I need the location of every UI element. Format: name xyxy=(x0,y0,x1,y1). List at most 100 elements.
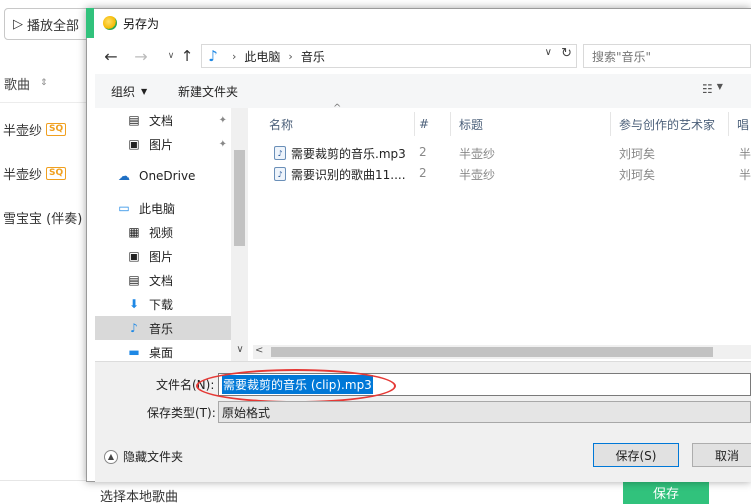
arrow-right-icon: → xyxy=(134,46,148,66)
video-icon: ▦ xyxy=(128,225,140,239)
navigation-pane: ▤ 文档 ✦ ▣ 图片 ✦ ☁ OneDrive ▭ 此电脑 ▦ 视频 ▣ 图片… xyxy=(95,108,231,361)
command-toolbar: 组织 ▼ 新建文件夹 ☷ ▼ xyxy=(95,74,751,108)
arrow-up-icon: ↑ xyxy=(180,47,194,65)
dialog-title: 另存为 xyxy=(123,16,160,31)
view-options-button[interactable]: ☷ ▼ xyxy=(702,82,723,96)
nav-item-label: 下载 xyxy=(149,297,174,312)
search-placeholder: 搜索"音乐" xyxy=(592,49,652,64)
nav-item-label: 图片 xyxy=(149,249,174,264)
search-input[interactable]: 搜索"音乐" xyxy=(583,44,751,68)
file-row[interactable]: ♪ 需要识别的歌曲11.... 2 半壶纱 刘珂矣 半 xyxy=(249,163,751,184)
song-artist: 雪宝宝 (伴奏) xyxy=(3,211,83,227)
file-row[interactable]: ♪ 需要裁剪的音乐.mp3 2 半壶纱 刘珂矣 半 xyxy=(249,142,751,163)
breadcrumb-this-pc[interactable]: 此电脑 xyxy=(244,48,280,65)
navigation-bar: ← → ∨ ↑ ♪ › 此电脑 › 音乐 ∨ ↻ 搜索"音乐" xyxy=(95,38,751,74)
annotation-ellipse xyxy=(196,369,396,403)
pin-icon[interactable]: ✦ xyxy=(219,139,227,150)
chevron-down-icon[interactable]: ∨ xyxy=(233,344,247,358)
refresh-icon[interactable]: ↻ xyxy=(561,46,572,61)
breadcrumb-separator-icon[interactable]: › xyxy=(224,50,244,63)
back-button[interactable]: ← xyxy=(101,46,121,66)
nav-item-pictures[interactable]: ▣ 图片 xyxy=(95,244,231,268)
song-row[interactable]: 雪宝宝 (伴奏) xyxy=(0,200,90,234)
address-bar[interactable]: ♪ › 此电脑 › 音乐 ∨ ↻ xyxy=(201,44,577,68)
audio-file-icon: ♪ xyxy=(274,146,286,160)
nav-item-music[interactable]: ♪ 音乐 xyxy=(95,316,231,340)
pin-icon[interactable]: ✦ xyxy=(219,115,227,126)
column-header-title[interactable]: 标题 xyxy=(451,112,611,136)
nav-item-videos[interactable]: ▦ 视频 xyxy=(95,220,231,244)
nav-item-label: 音乐 xyxy=(149,321,174,336)
column-header-number[interactable]: # xyxy=(411,112,451,136)
play-all-button[interactable]: ▷ 播放全部 xyxy=(4,8,90,40)
play-all-label: 播放全部 xyxy=(27,18,80,34)
nav-item-onedrive[interactable]: ☁ OneDrive xyxy=(95,164,231,188)
cancel-button[interactable]: 取消 xyxy=(692,443,751,467)
up-button[interactable]: ↑ xyxy=(177,46,197,66)
pictures-icon: ▣ xyxy=(128,249,140,263)
nav-item-pictures-quick[interactable]: ▣ 图片 ✦ xyxy=(95,132,231,156)
song-row[interactable]: 半壶纱 SQ xyxy=(0,156,90,190)
file-number: 2 xyxy=(419,166,427,180)
dialog-accent-strip xyxy=(86,8,94,38)
organize-label: 组织 xyxy=(111,85,136,99)
column-header-album[interactable]: 唱 xyxy=(729,112,751,136)
nav-pane-scroll-thumb[interactable] xyxy=(234,150,245,246)
nav-item-documents[interactable]: ▤ 文档 xyxy=(95,268,231,292)
chevron-left-icon[interactable]: < xyxy=(255,345,263,356)
new-folder-button[interactable]: 新建文件夹 xyxy=(178,83,238,100)
download-icon: ⬇ xyxy=(128,297,140,311)
nav-item-desktop[interactable]: ▬ 桌面 xyxy=(95,340,231,361)
song-artist: 半壶纱 xyxy=(3,123,43,139)
local-songs-link[interactable]: 选择本地歌曲 xyxy=(100,486,178,504)
nav-item-label: 图片 xyxy=(149,137,174,152)
file-list-hscroll-thumb[interactable] xyxy=(271,347,713,357)
header-divider xyxy=(0,102,90,103)
details-view-icon: ☷ xyxy=(702,82,713,96)
column-header-label: # xyxy=(419,117,430,131)
file-name: 需要裁剪的音乐.mp3 xyxy=(291,147,406,161)
song-header-label: 歌曲 xyxy=(4,77,31,93)
sort-up-icon: ^ xyxy=(333,103,342,114)
song-column-header[interactable]: 歌曲 ⇕ xyxy=(0,65,90,101)
document-icon: ▤ xyxy=(128,113,140,127)
nav-item-label: 文档 xyxy=(149,273,174,288)
arrow-left-icon: ← xyxy=(104,46,118,66)
document-icon: ▤ xyxy=(128,273,140,287)
chevron-down-icon: ∨ xyxy=(167,51,175,61)
nav-item-this-pc[interactable]: ▭ 此电脑 xyxy=(95,196,231,220)
file-name: 需要识别的歌曲11.... xyxy=(291,168,406,182)
column-header-artist[interactable]: 参与创作的艺术家 xyxy=(611,112,729,136)
filetype-select[interactable]: 原始格式 xyxy=(218,401,751,423)
save-button[interactable]: 保存(S) xyxy=(593,443,679,467)
song-artist: 半壶纱 xyxy=(3,167,43,183)
breadcrumb-separator-icon[interactable]: › xyxy=(280,50,300,63)
filetype-selected-value: 原始格式 xyxy=(222,405,271,420)
desktop-icon: ▬ xyxy=(128,345,140,359)
nav-item-downloads[interactable]: ⬇ 下载 xyxy=(95,292,231,316)
nav-item-label: 文档 xyxy=(149,113,174,128)
forward-button[interactable]: → xyxy=(131,46,151,66)
file-artist: 刘珂矣 xyxy=(619,147,656,161)
caret-down-icon: ▼ xyxy=(141,87,148,96)
app-logo-icon xyxy=(103,16,117,30)
file-title: 半壶纱 xyxy=(459,168,496,182)
column-header-label: 名称 xyxy=(269,117,294,132)
sq-badge: SQ xyxy=(46,166,67,180)
app-save-button[interactable]: 保存 xyxy=(623,481,709,504)
hide-folders-label: 隐藏文件夹 xyxy=(123,450,184,464)
dialog-titlebar[interactable]: 另存为 xyxy=(95,8,751,38)
file-album: 半 xyxy=(739,147,751,161)
address-dropdown-icon[interactable]: ∨ xyxy=(545,47,552,58)
nav-item-label: OneDrive xyxy=(139,169,196,183)
nav-item-label: 此电脑 xyxy=(139,201,176,216)
hide-folders-button[interactable]: ▲ 隐藏文件夹 xyxy=(104,448,183,465)
pictures-icon: ▣ xyxy=(128,137,140,151)
breadcrumb-music[interactable]: 音乐 xyxy=(301,48,325,65)
music-icon: ♪ xyxy=(130,321,138,335)
song-row[interactable]: 半壶纱 SQ xyxy=(0,112,90,146)
column-header-label: 唱 xyxy=(737,117,750,132)
nav-item-documents-quick[interactable]: ▤ 文档 ✦ xyxy=(95,108,231,132)
organize-button[interactable]: 组织 ▼ xyxy=(111,83,147,100)
column-header-name[interactable]: 名称 xyxy=(261,112,415,136)
